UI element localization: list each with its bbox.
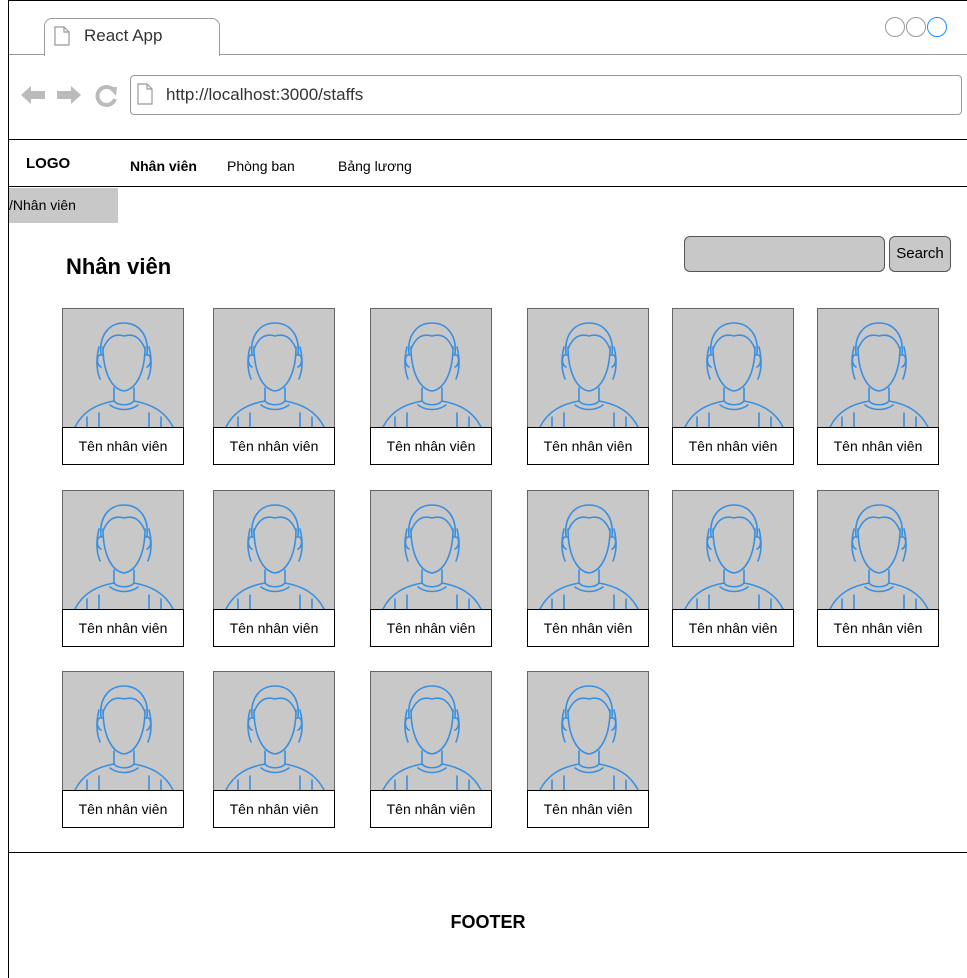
nav-item-salary[interactable]: Bảng lương [338,158,412,174]
staff-name: Tên nhân viên [527,609,649,647]
staff-card[interactable]: Tên nhân viên [62,490,184,648]
nav-item-staff[interactable]: Nhân viên [130,158,197,174]
page-icon [54,26,70,46]
staff-name: Tên nhân viên [817,609,939,647]
avatar-icon [213,671,335,791]
staff-name: Tên nhân viên [672,609,794,647]
avatar-icon [527,490,649,610]
avatar-icon [370,308,492,428]
staff-card[interactable]: Tên nhân viên [817,490,939,648]
staff-name: Tên nhân viên [62,609,184,647]
tab-title: React App [84,26,163,45]
staff-name: Tên nhân viên [213,790,335,828]
avatar-icon [62,671,184,791]
search-button[interactable]: Search [889,236,951,272]
logo[interactable]: LOGO [26,155,70,172]
avatar-icon [527,308,649,428]
page-icon [137,83,153,105]
staff-card[interactable]: Tên nhân viên [370,671,492,829]
staff-name: Tên nhân viên [213,427,335,465]
avatar-icon [817,490,939,610]
avatar-icon [62,490,184,610]
reload-icon[interactable] [93,83,119,109]
avatar-icon [370,490,492,610]
avatar-icon [672,490,794,610]
window-minimize-icon[interactable] [885,17,905,37]
avatar-icon [817,308,939,428]
staff-name: Tên nhân viên [370,427,492,465]
avatar-icon [370,671,492,791]
breadcrumb[interactable]: /Nhân viên [9,188,118,223]
staff-card[interactable]: Tên nhân viên [213,671,335,829]
page-title: Nhân viên [66,254,172,279]
back-arrow-icon[interactable] [20,84,46,106]
staff-card[interactable]: Tên nhân viên [62,308,184,466]
nav-item-departments[interactable]: Phòng ban [227,158,295,174]
window-maximize-icon[interactable] [906,17,926,37]
staff-name: Tên nhân viên [672,427,794,465]
staff-card[interactable]: Tên nhân viên [672,490,794,648]
staff-card[interactable]: Tên nhân viên [213,308,335,466]
staff-name: Tên nhân viên [62,790,184,828]
staff-name: Tên nhân viên [370,790,492,828]
staff-card[interactable]: Tên nhân viên [370,308,492,466]
avatar-icon [213,490,335,610]
staff-card[interactable]: Tên nhân viên [527,671,649,829]
staff-card[interactable]: Tên nhân viên [527,490,649,648]
search-input[interactable] [684,236,885,272]
staff-name: Tên nhân viên [62,427,184,465]
avatar-icon [213,308,335,428]
staff-card[interactable]: Tên nhân viên [672,308,794,466]
staff-name: Tên nhân viên [817,427,939,465]
window-close-icon[interactable] [927,17,947,37]
forward-arrow-icon[interactable] [56,84,82,106]
footer: FOOTER [450,912,526,932]
footer-divider [9,852,967,853]
staff-name: Tên nhân viên [527,790,649,828]
staff-card[interactable]: Tên nhân viên [817,308,939,466]
staff-name: Tên nhân viên [527,427,649,465]
staff-card[interactable]: Tên nhân viên [213,490,335,648]
staff-card[interactable]: Tên nhân viên [527,308,649,466]
staff-name: Tên nhân viên [213,609,335,647]
staff-card[interactable]: Tên nhân viên [62,671,184,829]
staff-card[interactable]: Tên nhân viên [370,490,492,648]
avatar-icon [527,671,649,791]
avatar-icon [62,308,184,428]
avatar-icon [672,308,794,428]
url-text: http://localhost:3000/staffs [166,85,364,104]
staff-name: Tên nhân viên [370,609,492,647]
